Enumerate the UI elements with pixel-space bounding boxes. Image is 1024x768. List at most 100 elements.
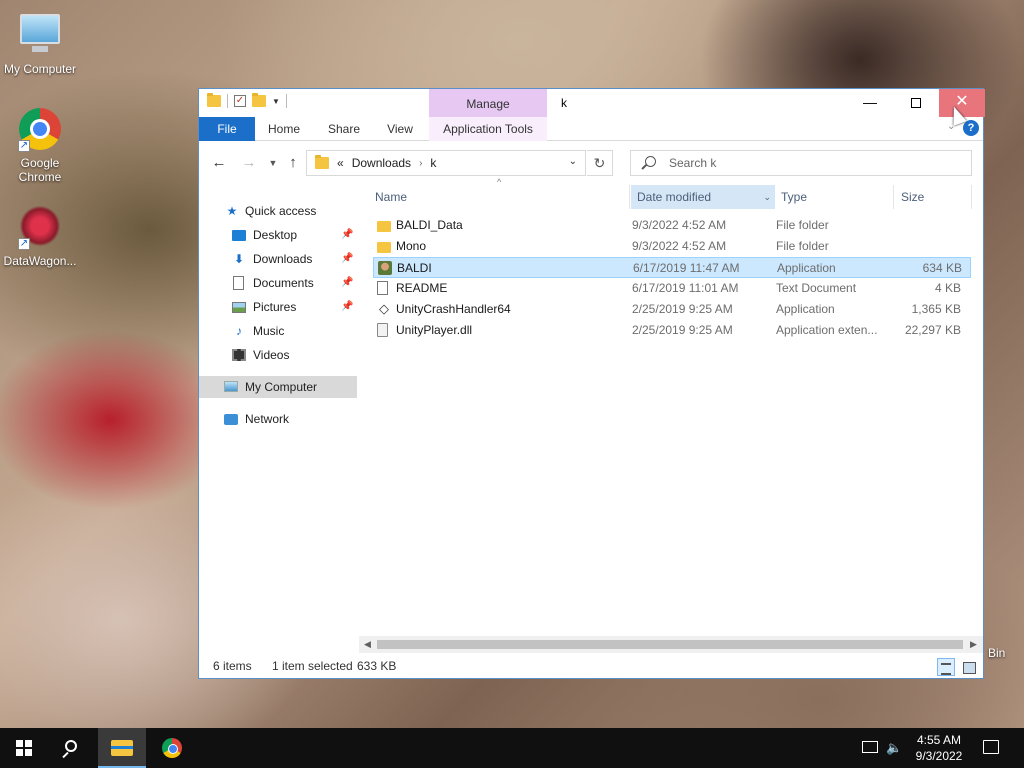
column-header-size[interactable]: Size <box>901 185 924 209</box>
file-date: 9/3/2022 4:52 AM <box>632 239 727 253</box>
maximize-button[interactable] <box>893 89 939 117</box>
taskbar: 🔈 4:55 AM 9/3/2022 <box>0 728 1024 768</box>
nav-item-downloads[interactable]: ⬇ Downloads 📌 <box>199 248 357 270</box>
nav-item-network[interactable]: Network <box>199 408 357 430</box>
file-row-mono[interactable]: Mono 9/3/2022 4:52 AM File folder <box>373 236 971 257</box>
large-icons-view-button[interactable] <box>959 658 977 676</box>
refresh-button[interactable]: ↻ <box>587 150 613 176</box>
manage-tab[interactable]: Manage <box>429 89 547 117</box>
file-explorer-window: ✓ ▼ Manage k — ✕ File Home Share View Ap… <box>198 88 985 679</box>
desktop-icon-datawagon[interactable]: ↗ DataWagon... <box>0 206 80 268</box>
pin-icon[interactable]: 📌 <box>341 272 353 294</box>
column-filter-dropdown-icon[interactable]: ⌄ <box>763 185 771 209</box>
column-header-name[interactable]: Name <box>375 185 407 209</box>
nav-item-my-computer[interactable]: My Computer <box>199 376 357 398</box>
up-button[interactable]: ↑ <box>283 153 303 173</box>
taskbar-chrome[interactable] <box>148 728 196 768</box>
desktop-icon <box>232 230 246 241</box>
nav-item-pictures[interactable]: Pictures 📌 <box>199 296 357 318</box>
title-bar[interactable]: ✓ ▼ Manage k — ✕ <box>199 89 985 117</box>
properties-icon[interactable]: ✓ <box>234 95 246 107</box>
nav-item-videos[interactable]: Videos <box>199 344 357 366</box>
breadcrumb-k[interactable]: k <box>430 156 436 170</box>
tab-share[interactable]: Share <box>323 117 365 141</box>
tab-view[interactable]: View <box>379 117 421 141</box>
computer-icon <box>20 14 60 52</box>
back-button[interactable]: ← <box>209 153 229 173</box>
horizontal-scrollbar[interactable]: ◀ ▶ <box>359 636 983 653</box>
breadcrumb-downloads[interactable]: Downloads <box>352 156 411 170</box>
column-divider[interactable] <box>629 185 630 209</box>
column-divider[interactable] <box>971 185 972 209</box>
window-title: k <box>561 96 567 110</box>
tab-application-tools[interactable]: Application Tools <box>429 117 547 141</box>
nav-item-label: Network <box>245 412 290 426</box>
pictures-icon <box>232 302 246 313</box>
desktop-icon-my-computer[interactable]: My Computer <box>0 10 80 76</box>
desktop-icon-google-chrome[interactable]: ↗ Google Chrome <box>0 108 80 184</box>
volume-icon[interactable]: 🔈 <box>886 740 902 756</box>
address-dropdown-icon[interactable]: ⌄ <box>569 156 577 167</box>
status-selected-size: 633 KB <box>357 659 397 673</box>
pin-icon[interactable]: 📌 <box>341 296 353 318</box>
nav-item-desktop[interactable]: Desktop 📌 <box>199 224 357 246</box>
recent-locations-dropdown[interactable]: ▼ <box>263 153 283 173</box>
downloads-icon: ⬇ <box>233 252 245 266</box>
file-name: BALDI <box>397 261 432 275</box>
file-type: Text Document <box>776 281 857 295</box>
start-button[interactable] <box>0 728 48 768</box>
file-name: BALDI_Data <box>396 218 463 232</box>
column-header-type[interactable]: Type <box>781 185 807 209</box>
desktop-icon-label: Bin <box>988 646 1006 660</box>
notification-center-icon[interactable] <box>983 740 999 754</box>
content-area: ★ Quick access Desktop 📌 ⬇ Downloads 📌 D… <box>199 177 983 655</box>
address-bar[interactable]: « Downloads › k ⌄ <box>306 150 586 176</box>
search-icon <box>65 740 77 752</box>
help-icon[interactable]: ? <box>963 120 979 136</box>
desktop-icon-recycle-bin[interactable]: Bin <box>978 606 1024 660</box>
network-tray-icon[interactable] <box>862 741 878 753</box>
tab-file[interactable]: File <box>199 117 255 141</box>
tab-home[interactable]: Home <box>263 117 305 141</box>
minimize-button[interactable]: — <box>847 89 893 117</box>
nav-item-quick-access[interactable]: ★ Quick access <box>199 200 357 222</box>
status-item-count: 6 items <box>213 659 252 673</box>
taskbar-search-button[interactable] <box>48 728 96 768</box>
pin-icon[interactable]: 📌 <box>341 224 353 246</box>
breadcrumb-overflow[interactable]: « <box>337 156 344 170</box>
videos-icon <box>232 349 246 361</box>
customize-toolbar-dropdown-icon[interactable]: ▼ <box>272 97 280 106</box>
file-type: Application <box>776 302 835 316</box>
navigation-pane: ★ Quick access Desktop 📌 ⬇ Downloads 📌 D… <box>199 185 359 655</box>
folder-icon[interactable] <box>207 93 221 107</box>
file-row-readme[interactable]: README 6/17/2019 11:01 AM Text Document … <box>373 278 971 299</box>
taskbar-file-explorer[interactable] <box>98 728 146 768</box>
documents-icon <box>233 276 244 290</box>
breadcrumb-separator-icon[interactable]: › <box>419 158 422 169</box>
column-header-date-modified[interactable]: Date modified ⌄ <box>631 185 775 209</box>
new-folder-icon[interactable] <box>252 93 266 107</box>
file-row-baldi[interactable]: BALDI 6/17/2019 11:47 AM Application 634… <box>373 257 971 278</box>
details-view-button[interactable] <box>937 658 955 676</box>
file-row-baldi-data[interactable]: BALDI_Data 9/3/2022 4:52 AM File folder <box>373 215 971 236</box>
column-divider[interactable] <box>893 185 894 209</box>
shortcut-arrow-icon: ↗ <box>18 140 30 152</box>
file-row-unitycrashhandler64[interactable]: ◇ UnityCrashHandler64 2/25/2019 9:25 AM … <box>373 299 971 320</box>
system-clock[interactable]: 4:55 AM 9/3/2022 <box>906 732 972 764</box>
scroll-right-icon[interactable]: ▶ <box>965 636 982 653</box>
nav-item-label: Desktop <box>253 228 298 242</box>
nav-item-music[interactable]: ♪ Music <box>199 320 357 342</box>
search-input[interactable]: Search k <box>630 150 972 176</box>
file-name: UnityPlayer.dll <box>396 323 473 337</box>
nav-item-label: Documents <box>253 276 314 290</box>
scrollbar-thumb[interactable] <box>377 640 963 649</box>
nav-item-label: Pictures <box>253 300 297 314</box>
nav-item-documents[interactable]: Documents 📌 <box>199 272 357 294</box>
pin-icon[interactable]: 📌 <box>341 248 353 270</box>
quick-access-toolbar: ✓ ▼ <box>207 93 287 108</box>
desktop-icon-label: Google Chrome <box>18 156 62 184</box>
forward-button[interactable]: → <box>239 153 259 173</box>
scroll-left-icon[interactable]: ◀ <box>359 636 376 653</box>
file-date: 6/17/2019 11:47 AM <box>633 261 740 275</box>
file-row-unityplayer-dll[interactable]: UnityPlayer.dll 2/25/2019 9:25 AM Applic… <box>373 320 971 341</box>
